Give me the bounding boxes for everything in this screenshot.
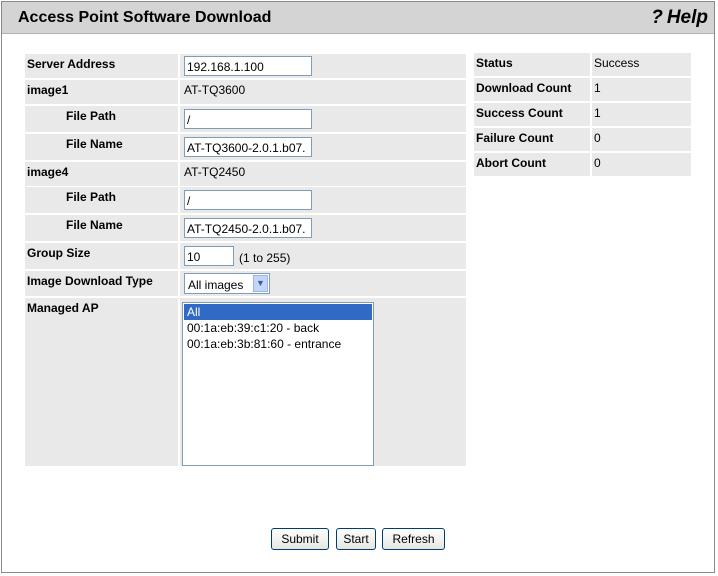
help-question-icon: ? [651,7,663,28]
download-count-row: Download Count 1 [474,78,691,101]
image4-file-name-input[interactable]: AT-TQ2450-2.0.1.b07. [184,218,312,238]
abort-count-value: 0 [592,153,691,176]
image4-label: image4 [25,162,178,186]
managed-ap-label: Managed AP [25,298,178,466]
abort-count-label: Abort Count [474,153,590,176]
image4-model: AT-TQ2450 [184,165,246,179]
managed-ap-row: Managed AP All 00:1a:eb:39:c1:20 - back … [25,298,466,466]
failure-count-value: 0 [592,128,691,151]
image-download-type-row: Image Download Type All images ▼ [25,271,466,296]
image1-file-name-label: File Name [25,134,178,160]
help-label: Help [666,7,708,28]
server-address-label: Server Address [25,54,178,78]
managed-ap-listbox[interactable]: All 00:1a:eb:39:c1:20 - back 00:1a:eb:3b… [182,302,374,466]
image4-file-name-row: File Name AT-TQ2450-2.0.1.b07. [25,215,466,241]
status-label: Status [474,53,590,76]
image1-label: image1 [25,80,178,104]
submit-button[interactable]: Submit [271,528,329,550]
help-link[interactable]: ? Help [651,7,708,29]
status-value: Success [592,53,691,76]
chevron-down-icon[interactable]: ▼ [253,275,268,292]
download-count-label: Download Count [474,78,590,101]
group-size-hint: (1 to 255) [239,251,291,265]
abort-count-row: Abort Count 0 [474,153,691,176]
managed-ap-option[interactable]: 00:1a:eb:3b:81:60 - entrance [183,336,373,352]
managed-ap-option[interactable]: 00:1a:eb:39:c1:20 - back [183,320,373,336]
managed-ap-option[interactable]: All [184,304,372,320]
start-button[interactable]: Start [336,528,376,550]
server-address-row: Server Address 192.168.1.100 [25,54,466,78]
success-count-label: Success Count [474,103,590,126]
image1-file-path-row: File Path / [25,106,466,132]
group-size-input[interactable]: 10 [184,246,234,266]
image1-file-path-label: File Path [25,106,178,132]
image-download-type-label: Image Download Type [25,271,178,296]
image4-file-path-input[interactable]: / [184,190,312,210]
image4-file-path-row: File Path / [25,187,466,213]
server-address-input[interactable]: 192.168.1.100 [184,56,312,76]
failure-count-label: Failure Count [474,128,590,151]
group-size-row: Group Size 10 (1 to 255) [25,243,466,269]
refresh-button[interactable]: Refresh [382,528,445,550]
image1-file-name-input[interactable]: AT-TQ3600-2.0.1.b07. [184,137,312,157]
image4-file-name-label: File Name [25,215,178,241]
image4-row: image4 AT-TQ2450 [25,162,466,186]
status-row: Status Success [474,53,691,76]
success-count-row: Success Count 1 [474,103,691,126]
image-download-type-value: All images [188,278,244,292]
page-title: Access Point Software Download [18,9,272,26]
success-count-value: 1 [592,103,691,126]
image1-file-name-row: File Name AT-TQ3600-2.0.1.b07. [25,134,466,160]
image4-file-path-label: File Path [25,187,178,213]
image1-model: AT-TQ3600 [184,83,246,97]
group-size-label: Group Size [25,243,178,269]
failure-count-row: Failure Count 0 [474,128,691,151]
title-bar: Access Point Software Download ? Help [2,2,714,34]
image-download-type-select[interactable]: All images ▼ [184,273,270,294]
image1-row: image1 AT-TQ3600 [25,80,466,104]
image1-file-path-input[interactable]: / [184,109,312,129]
download-count-value: 1 [592,78,691,101]
